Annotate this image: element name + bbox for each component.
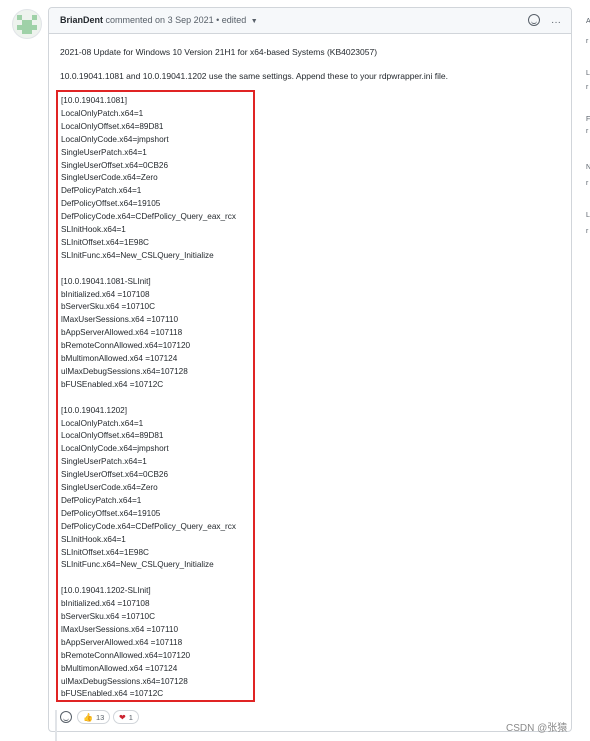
code-line: [10.0.19041.1081] xyxy=(61,96,128,105)
sidebar-letter: r xyxy=(586,228,589,235)
code-line: bRemoteConnAllowed.x64=107120 xyxy=(61,341,191,351)
code-line: bFUSEnabled.x64 =10712C xyxy=(61,689,164,699)
code-line: bServerSku.x64 =10710C xyxy=(61,612,155,621)
code-line: SLInitFunc.x64=New_CSLQuery_Initialize xyxy=(61,560,214,570)
avatar[interactable] xyxy=(12,9,42,39)
code-line: SingleUserOffset.x64=0CB26 xyxy=(61,160,169,170)
code-line: bRemoteConnAllowed.x64=107120 xyxy=(61,650,191,660)
identicon-icon xyxy=(17,15,37,34)
code-line: DefPolicyOffset.x64=19105 xyxy=(61,199,161,209)
code-line: bInitialized.x64 =107108 xyxy=(61,289,150,299)
reaction-count: 13 xyxy=(95,713,105,722)
sidebar-letter: A xyxy=(586,18,590,25)
code-line: DefPolicyOffset.x64=19105 xyxy=(61,508,161,518)
sidebar-letter: L xyxy=(586,70,590,77)
sidebar-letter: F xyxy=(586,116,590,123)
code-line: SLInitOffset.x64=1E98C xyxy=(61,547,149,557)
code-block: [10.0.19041.1081] LocalOnlyPatch.x64=1 Loc… xyxy=(56,90,255,702)
code-line: bFUSEnabled.x64 =10712C xyxy=(61,379,164,389)
reaction-thumbs-up[interactable]: 👍 13 xyxy=(77,710,111,724)
sidebar-letter: L xyxy=(586,212,590,219)
code-line: bMultimonAllowed.x64 =107124 xyxy=(61,354,178,363)
code-line: bMultimonAllowed.x64 =107124 xyxy=(61,663,178,673)
code-line: bAppServerAllowed.x64 =107118 xyxy=(61,328,183,338)
code-line: SingleUserPatch.x64=1 xyxy=(61,147,147,157)
thumbs-up-icon: 👍 xyxy=(83,713,93,722)
code-line: DefPolicyPatch.x64=1 xyxy=(61,495,142,505)
author-link[interactable]: BrianDent xyxy=(60,15,103,25)
reaction-heart[interactable]: ❤ 1 xyxy=(113,710,139,724)
code-line: LocalOnlyOffset.x64=89D81 xyxy=(61,431,164,441)
code-line: SingleUserCode.x64=Zero xyxy=(61,483,158,492)
sidebar-letter: r xyxy=(586,38,589,45)
code-line: LocalOnlyPatch.x64=1 xyxy=(61,418,144,428)
code-line: [10.0.19041.1202-SLInit] xyxy=(61,586,151,596)
code-line: SingleUserPatch.x64=1 xyxy=(61,457,147,467)
code-line: SLInitOffset.x64=1E98C xyxy=(61,237,149,247)
comment-header: BrianDent commented on 3 Sep 2021 • edit… xyxy=(49,8,571,34)
code-line: lMaxUserSessions.x64 =107110 xyxy=(61,315,179,325)
sidebar-letter: r xyxy=(586,128,589,135)
comment-date-edited[interactable]: commented on 3 Sep 2021 • edited xyxy=(106,15,247,25)
code-line: LocalOnlyCode.x64=jmpshort xyxy=(61,134,169,144)
sidebar-letter: N xyxy=(586,164,590,171)
watermark: CSDN @张猿 xyxy=(506,723,568,734)
sidebar-letter: r xyxy=(586,180,589,187)
code-line: DefPolicyPatch.x64=1 xyxy=(61,186,142,196)
code-line: SingleUserCode.x64=Zero xyxy=(61,173,158,183)
more-options-icon[interactable]: ··· xyxy=(551,17,561,28)
sidebar-letter: r xyxy=(586,84,589,91)
heart-icon: ❤ xyxy=(119,713,126,722)
add-reaction-icon[interactable] xyxy=(528,14,541,26)
code-line: bInitialized.x64 =107108 xyxy=(61,599,150,609)
code-line: SLInitHook.x64=1 xyxy=(61,225,126,234)
code-line: [10.0.19041.1081-SLInit] xyxy=(61,276,151,286)
code-line: SLInitHook.x64=1 xyxy=(61,534,126,544)
code-line: DefPolicyCode.x64=CDefPolicy_Query_eax_r… xyxy=(61,521,236,531)
code-line: [10.0.19041.1202] xyxy=(61,405,128,415)
code-line: SingleUserOffset.x64=0CB26 xyxy=(61,470,169,480)
code-line: bAppServerAllowed.x64 =107118 xyxy=(61,637,183,647)
code-line: lMaxUserSessions.x64 =107110 xyxy=(61,624,179,634)
timeline-line xyxy=(55,710,57,741)
comment-meta: BrianDent commented on 3 Sep 2021 • edit… xyxy=(60,15,258,25)
code-line: LocalOnlyPatch.x64=1 xyxy=(61,108,144,118)
chevron-down-icon[interactable]: ▼ xyxy=(251,18,258,25)
code-line: ulMaxDebugSessions.x64=107128 xyxy=(61,676,188,686)
comment-box: BrianDent commented on 3 Sep 2021 • edit… xyxy=(48,7,572,732)
code-line: ulMaxDebugSessions.x64=107128 xyxy=(61,366,188,376)
reaction-count: 1 xyxy=(128,713,133,722)
add-reaction-icon[interactable] xyxy=(60,711,72,723)
code-line: bServerSku.x64 =10710C xyxy=(61,302,155,312)
comment-note-text: 10.0.19041.1081 and 10.0.19041.1202 use … xyxy=(60,71,448,81)
code-line: LocalOnlyCode.x64=jmpshort xyxy=(61,444,169,454)
code-line: LocalOnlyOffset.x64=89D81 xyxy=(61,121,164,131)
code-line: DefPolicyCode.x64=CDefPolicy_Query_eax_r… xyxy=(61,212,236,222)
code-line: SLInitFunc.x64=New_CSLQuery_Initialize xyxy=(61,250,214,260)
comment-title-text: 2021-08 Update for Windows 10 Version 21… xyxy=(60,47,378,57)
